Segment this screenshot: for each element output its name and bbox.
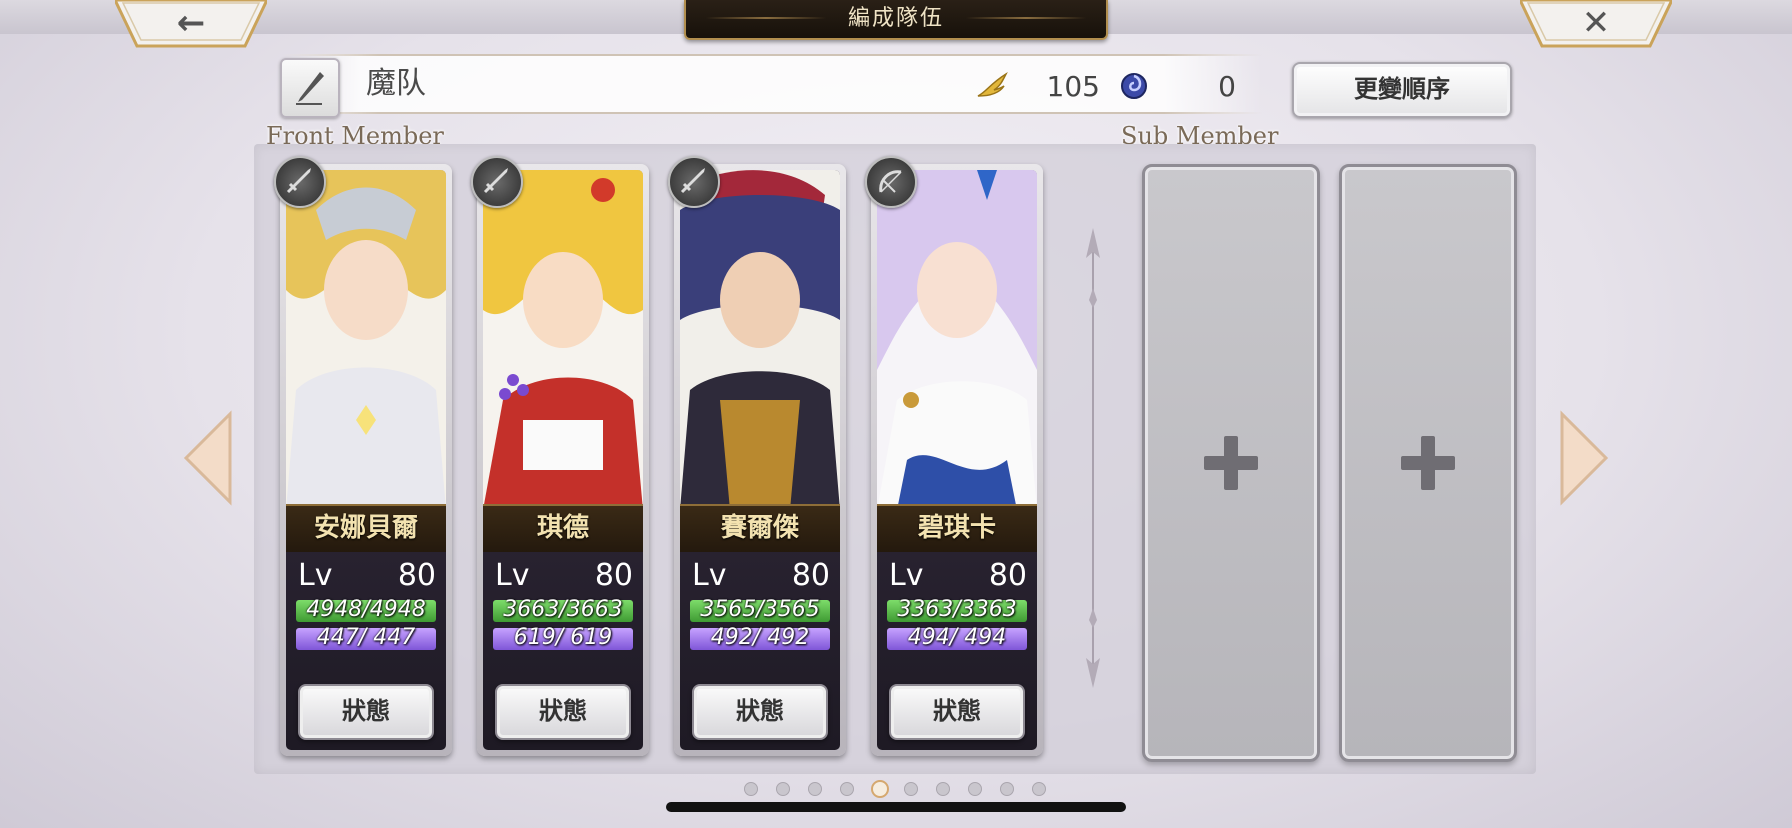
mp-bar: 494/ 494 (887, 625, 1027, 650)
hp-value: 4948/4948 (306, 597, 426, 622)
previous-page-arrow-icon[interactable] (180, 410, 240, 506)
page-dot[interactable] (776, 782, 790, 796)
quill-pen-icon (296, 72, 324, 105)
page-dot[interactable] (904, 782, 918, 796)
hp-value: 3663/3663 (503, 597, 623, 622)
member-card[interactable]: 碧琪卡 Lv 80 3363/3363 494/ 494 狀態 (865, 156, 1043, 756)
member-level: Lv 80 (298, 556, 436, 596)
hp-bar: 3363/3363 (887, 597, 1027, 622)
orb-count: 0 (1218, 70, 1236, 103)
back-button[interactable]: ← (115, 0, 267, 50)
member-level: Lv 80 (495, 556, 633, 596)
member-level: Lv 80 (889, 556, 1027, 596)
close-button[interactable]: ✕ (1520, 0, 1672, 50)
mp-value: 447/ 447 (316, 625, 416, 650)
status-button[interactable]: 狀態 (889, 684, 1025, 740)
sub-member-slot[interactable] (1142, 164, 1320, 762)
member-card[interactable]: 琪德 Lv 80 3663/3663 619/ 619 狀態 (471, 156, 649, 756)
mp-bar: 619/ 619 (493, 625, 633, 650)
page-dot[interactable] (1032, 782, 1046, 796)
level-value: 80 (594, 558, 633, 593)
status-button[interactable]: 狀態 (692, 684, 828, 740)
level-label: Lv (298, 558, 333, 593)
sword-icon (471, 156, 523, 208)
level-value: 80 (791, 558, 830, 593)
wing-icon (977, 71, 1008, 97)
member-nameplate: 安娜貝爾 (286, 504, 446, 552)
hp-bar: 3663/3663 (493, 597, 633, 622)
hp-value: 3565/3565 (700, 597, 820, 622)
edit-party-name-button[interactable] (280, 58, 340, 118)
status-button[interactable]: 狀態 (298, 684, 434, 740)
change-order-button[interactable]: 更變順序 (1292, 62, 1512, 118)
member-name: 碧琪卡 (917, 513, 996, 543)
spiral-orb-icon (1121, 73, 1147, 99)
sword-icon (668, 156, 720, 208)
page-dot[interactable] (1000, 782, 1014, 796)
page-dot[interactable] (936, 782, 950, 796)
level-label: Lv (889, 558, 924, 593)
hp-bar: 3565/3565 (690, 597, 830, 622)
level-value: 80 (397, 558, 436, 593)
level-value: 80 (988, 558, 1027, 593)
member-card[interactable]: 安娜貝爾 Lv 80 4948/4948 447/ 447 狀態 (274, 156, 452, 756)
level-label: Lv (495, 558, 530, 593)
screen-title-plate: 編成隊伍 (684, 0, 1108, 40)
page-dot[interactable] (808, 782, 822, 796)
page-dot[interactable] (840, 782, 854, 796)
character-portrait (483, 170, 643, 510)
back-arrow-icon: ← (176, 3, 206, 43)
plus-icon (1204, 436, 1258, 490)
member-nameplate: 琪德 (483, 504, 643, 552)
page-dot[interactable] (968, 782, 982, 796)
member-level: Lv 80 (692, 556, 830, 596)
party-name-bar (282, 54, 1262, 114)
mp-value: 492/ 492 (710, 625, 810, 650)
mp-bar: 492/ 492 (690, 625, 830, 650)
level-label: Lv (692, 558, 727, 593)
member-card[interactable]: 賽爾傑 Lv 80 3565/3565 492/ 492 狀態 (668, 156, 846, 756)
character-portrait (877, 170, 1037, 510)
page-dot[interactable] (744, 782, 758, 796)
page-indicator (740, 780, 1050, 798)
hp-bar: 4948/4948 (296, 597, 436, 622)
mp-value: 494/ 494 (907, 625, 1007, 650)
next-page-arrow-icon[interactable] (1552, 410, 1612, 506)
close-icon: ✕ (1581, 3, 1611, 43)
member-nameplate: 碧琪卡 (877, 504, 1037, 552)
wing-count: 105 (1046, 70, 1100, 103)
status-button[interactable]: 狀態 (495, 684, 631, 740)
mp-bar: 447/ 447 (296, 625, 436, 650)
title-ornament-left (706, 17, 826, 19)
sub-member-slot[interactable] (1339, 164, 1517, 762)
bow-icon (865, 156, 917, 208)
screen-title: 編成隊伍 (847, 6, 944, 31)
hp-value: 3363/3363 (897, 597, 1017, 622)
character-portrait (286, 170, 446, 510)
member-name: 賽爾傑 (720, 513, 799, 543)
member-name: 琪德 (536, 513, 589, 543)
member-nameplate: 賽爾傑 (680, 504, 840, 552)
sword-icon (274, 156, 326, 208)
plus-icon (1401, 436, 1455, 490)
home-indicator[interactable] (666, 802, 1126, 812)
section-divider (1086, 228, 1100, 688)
party-name[interactable]: 魔队 (366, 64, 426, 104)
page-dot-active[interactable] (871, 780, 889, 798)
character-portrait (680, 170, 840, 510)
title-ornament-right (966, 17, 1086, 19)
mp-value: 619/ 619 (513, 625, 613, 650)
member-name: 安娜貝爾 (313, 513, 418, 543)
